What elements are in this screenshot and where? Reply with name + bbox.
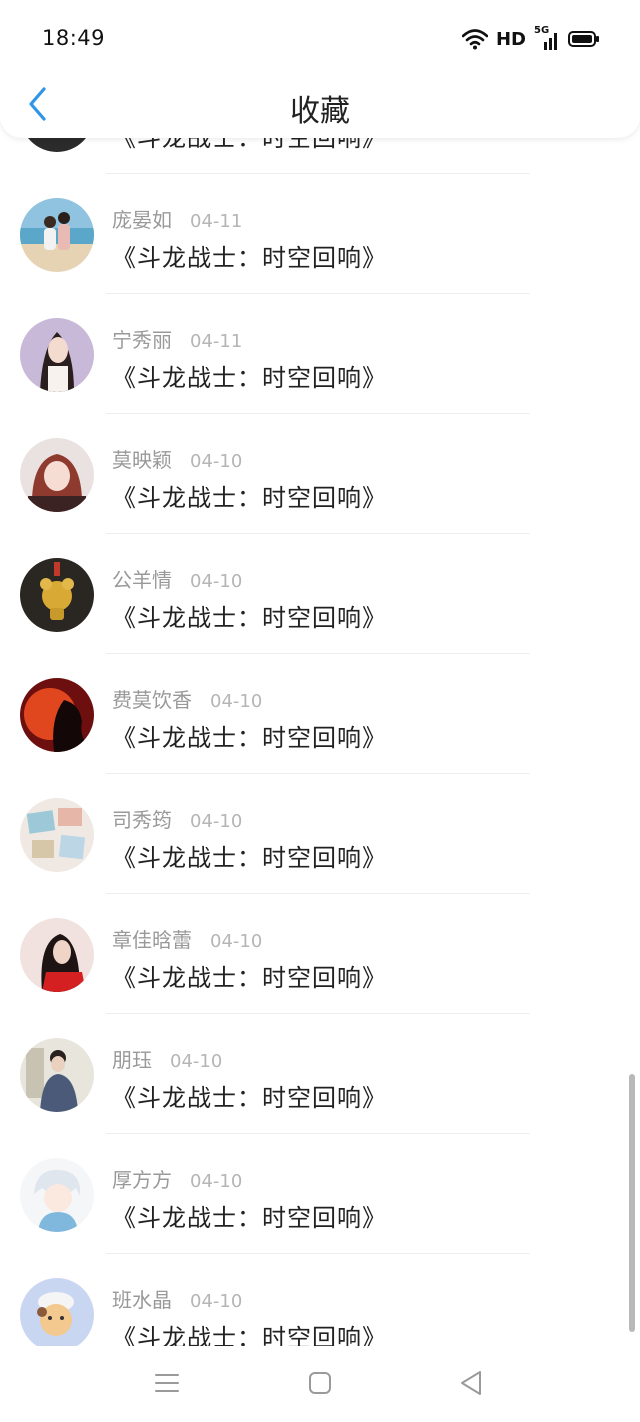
item-date: 04-11 xyxy=(190,331,243,352)
home-button[interactable] xyxy=(305,1368,335,1398)
system-nav-bar xyxy=(0,1346,640,1422)
list-item[interactable]: 朋珏 04-10 《斗龙战士：时空回响》 xyxy=(0,1014,640,1134)
avatar[interactable] xyxy=(20,318,94,392)
user-name: 章佳晗蕾 xyxy=(112,928,192,952)
item-date: 04-10 xyxy=(190,571,243,592)
item-date: 04-10 xyxy=(190,451,243,472)
header: 18:49 HD 5G 收藏 xyxy=(0,0,640,138)
user-name: 公羊情 xyxy=(112,568,172,592)
item-date: 04-10 xyxy=(190,811,243,832)
user-name: 厚方方 xyxy=(112,1168,172,1192)
user-name: 费莫饮香 xyxy=(112,688,192,712)
list-item[interactable]: 公羊情 04-10 《斗龙战士：时空回响》 xyxy=(0,534,640,654)
avatar[interactable] xyxy=(20,1278,94,1352)
item-date: 04-10 xyxy=(210,691,263,712)
signal-icon: 5G xyxy=(534,25,560,50)
home-square-icon xyxy=(309,1372,331,1394)
avatar[interactable] xyxy=(20,558,94,632)
avatar[interactable] xyxy=(20,678,94,752)
user-name: 庞晏如 xyxy=(112,208,172,232)
status-icons: HD 5G xyxy=(461,25,600,52)
list-item[interactable]: 莫映颖 04-10 《斗龙战士：时空回响》 xyxy=(0,414,640,534)
avatar[interactable] xyxy=(20,798,94,872)
item-title: 《斗龙战士：时空回响》 xyxy=(112,604,387,632)
menu-button[interactable] xyxy=(152,1368,182,1398)
user-name: 班水晶 xyxy=(112,1288,172,1312)
user-name: 宁秀丽 xyxy=(112,328,172,352)
item-title: 《斗龙战士：时空回响》 xyxy=(112,1204,387,1232)
item-title: 《斗龙战士：时空回响》 xyxy=(112,364,387,392)
item-title: 《斗龙战士：时空回响》 xyxy=(112,484,387,512)
list-item[interactable]: 章佳晗蕾 04-10 《斗龙战士：时空回响》 xyxy=(0,894,640,1014)
user-name: 莫映颖 xyxy=(112,448,172,472)
item-date: 04-10 xyxy=(170,1051,223,1072)
item-title: 《斗龙战士：时空回响》 xyxy=(112,844,387,872)
list-item[interactable]: 庞晏如 04-11 《斗龙战士：时空回响》 xyxy=(0,174,640,294)
item-date: 04-10 xyxy=(190,1171,243,1192)
wifi-icon xyxy=(461,29,488,50)
avatar[interactable] xyxy=(20,918,94,992)
scrollbar[interactable] xyxy=(629,1074,635,1332)
page-title: 收藏 xyxy=(290,94,350,129)
user-name: 朋珏 xyxy=(112,1048,152,1072)
list-item[interactable]: 宁秀丽 04-11 《斗龙战士：时空回响》 xyxy=(0,294,640,414)
hd-label: HD xyxy=(495,28,526,50)
item-date: 04-10 xyxy=(190,1291,243,1312)
list-item[interactable]: 费莫饮香 04-10 《斗龙战士：时空回响》 xyxy=(0,654,640,774)
avatar[interactable] xyxy=(20,1038,94,1112)
menu-icon xyxy=(155,1374,179,1392)
nav-bar-top: 收藏 xyxy=(0,76,640,138)
favorites-list: 《斗龙战士：时空回响》 庞晏如 04-11 《斗龙战士：时空回响》 宁秀丽 04 xyxy=(0,54,640,1374)
back-nav-button[interactable] xyxy=(456,1368,486,1398)
user-name: 司秀筠 xyxy=(112,808,172,832)
item-title: 《斗龙战士：时空回响》 xyxy=(112,964,387,992)
status-bar: 18:49 HD 5G xyxy=(0,0,640,76)
avatar[interactable] xyxy=(20,198,94,272)
item-date: 04-10 xyxy=(210,931,263,952)
item-title: 《斗龙战士：时空回响》 xyxy=(112,724,387,752)
battery-icon xyxy=(568,31,599,47)
item-date: 04-11 xyxy=(190,211,243,232)
status-time: 18:49 xyxy=(42,26,106,50)
back-triangle-icon xyxy=(461,1371,481,1395)
list-item[interactable]: 司秀筠 04-10 《斗龙战士：时空回响》 xyxy=(0,774,640,894)
list-item[interactable]: 厚方方 04-10 《斗龙战士：时空回响》 xyxy=(0,1134,640,1254)
avatar[interactable] xyxy=(20,438,94,512)
item-title: 《斗龙战士：时空回响》 xyxy=(112,1084,387,1112)
item-title: 《斗龙战士：时空回响》 xyxy=(112,244,387,272)
avatar[interactable] xyxy=(20,1158,94,1232)
